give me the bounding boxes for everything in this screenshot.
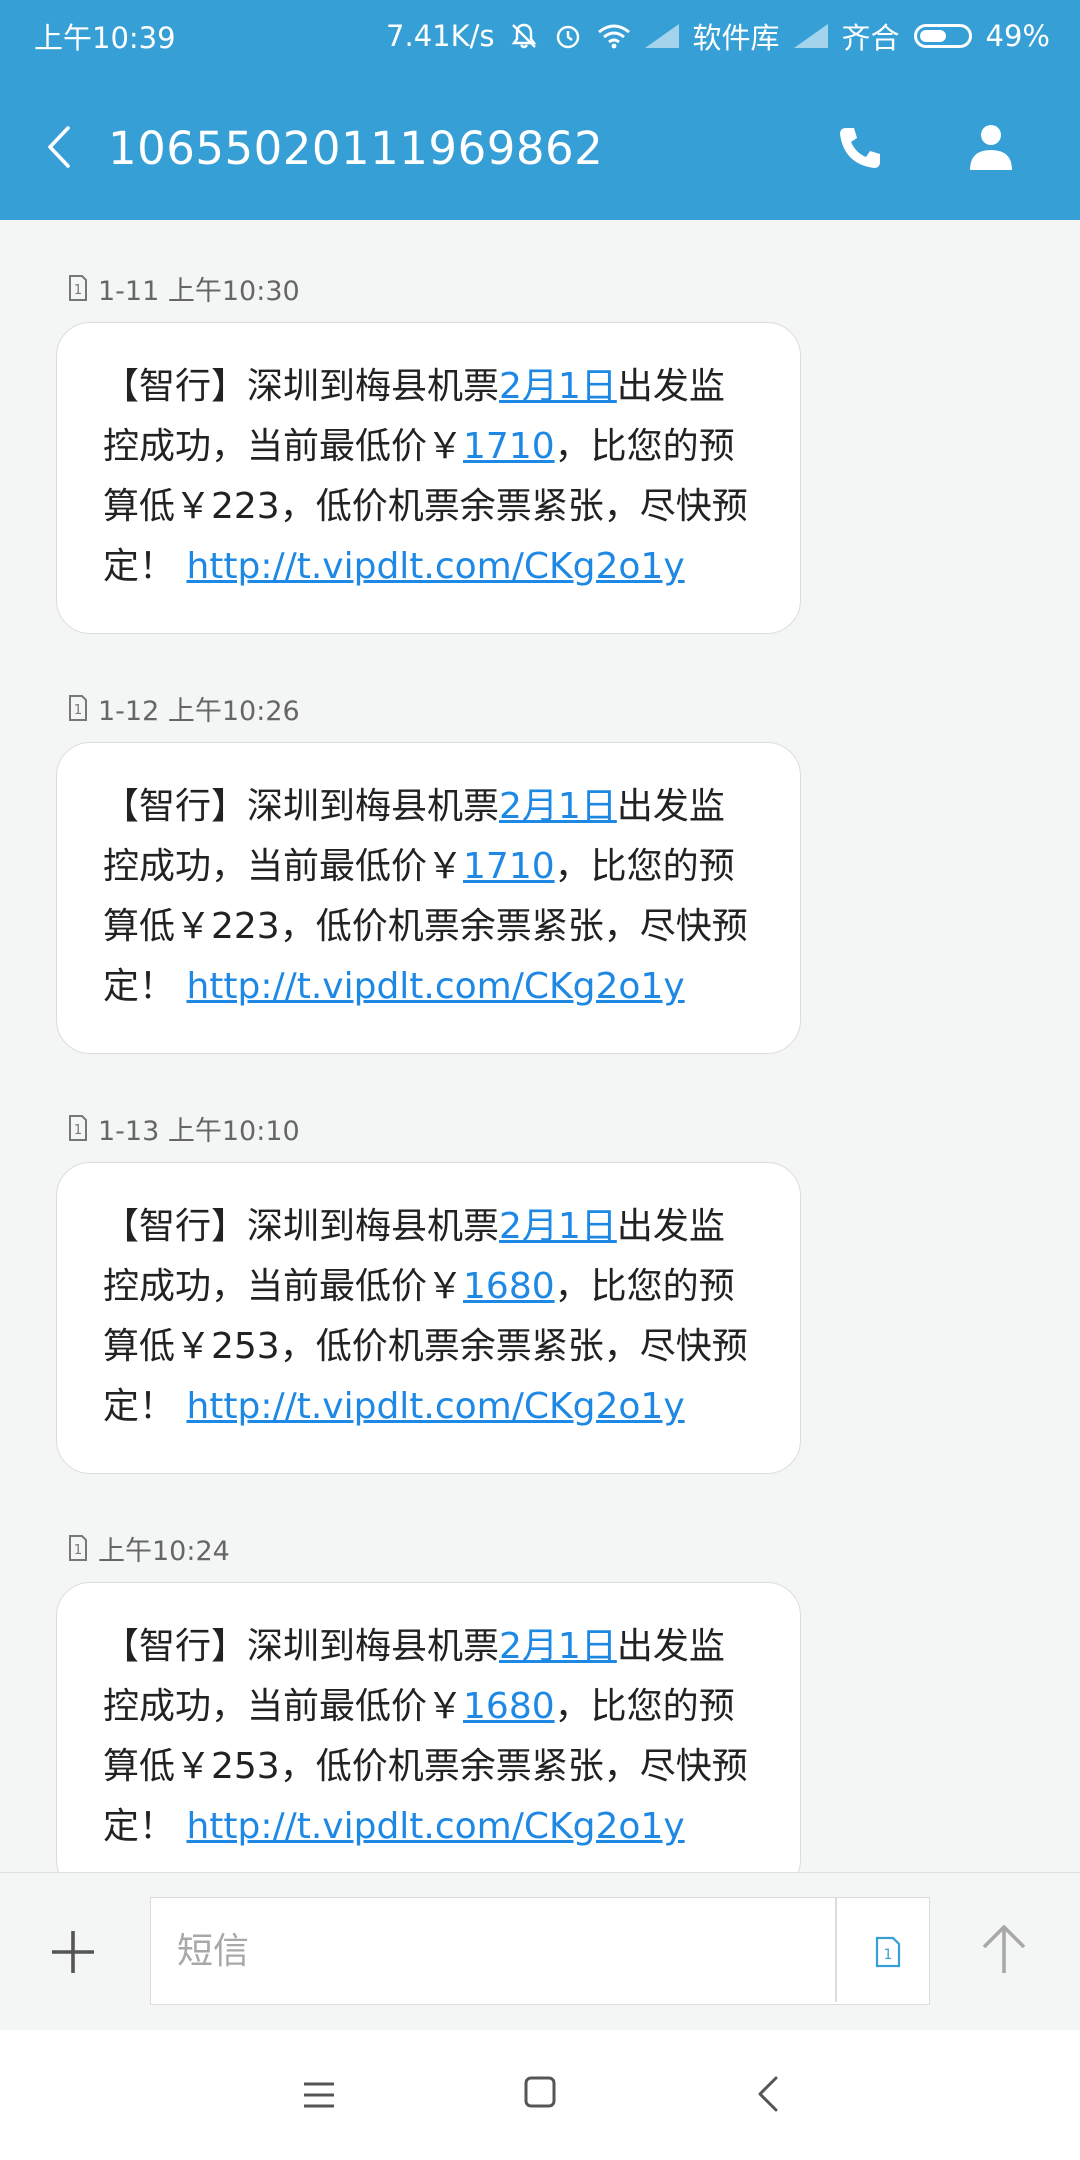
battery-icon: [913, 24, 972, 48]
price-link[interactable]: 1710: [463, 846, 555, 887]
message-time: 上午10:24: [98, 1535, 230, 1567]
sms-input[interactable]: [175, 1898, 739, 2004]
signal-icon: [793, 24, 828, 48]
message-meta: 1 1-13 上午10:10: [68, 1110, 300, 1147]
divider: [835, 1898, 837, 2002]
price-link[interactable]: 1680: [463, 1686, 555, 1727]
sim-card-icon: 1: [69, 1115, 87, 1141]
message-bubble[interactable]: 【智行】深圳到梅县机票2月1日出发监控成功，当前最低价￥1710，比您的预算低￥…: [56, 742, 801, 1054]
message-meta: 1 上午10:24: [68, 1530, 230, 1567]
carrier-2: 齐合: [841, 21, 900, 55]
message-meta: 1 1-11 上午10:30: [68, 270, 300, 307]
contact-number: 10655020111969862: [108, 122, 604, 175]
phone-icon[interactable]: [836, 124, 884, 172]
battery-percent: 49%: [985, 19, 1050, 53]
date-link[interactable]: 2月1日: [499, 366, 617, 407]
message-time: 1-11 上午10:30: [98, 275, 300, 307]
message-bubble[interactable]: 【智行】深圳到梅县机票2月1日出发监控成功，当前最低价￥1680，比您的预算低￥…: [56, 1162, 801, 1474]
message-meta: 1 1-12 上午10:26: [68, 690, 300, 727]
svg-text:1: 1: [74, 1543, 82, 1558]
status-right: 7.41K/s 软件库 齐合 49%: [372, 15, 1050, 57]
sim-card-icon: 1: [69, 1535, 87, 1561]
url-link[interactable]: http://t.vipdlt.com/CKg2o1y: [186, 546, 684, 587]
svg-text:1: 1: [74, 283, 82, 298]
svg-text:1: 1: [884, 1947, 893, 1963]
sim-card-icon: 1: [69, 695, 87, 721]
date-link[interactable]: 2月1日: [499, 1626, 617, 1667]
date-link[interactable]: 2月1日: [499, 1206, 617, 1247]
alarm-icon: [556, 25, 579, 49]
signal-icon: [644, 24, 679, 48]
sim-card-icon: 1: [69, 275, 87, 301]
url-link[interactable]: http://t.vipdlt.com/CKg2o1y: [186, 1806, 684, 1847]
menu-icon[interactable]: [302, 2080, 336, 2110]
url-link[interactable]: http://t.vipdlt.com/CKg2o1y: [186, 966, 684, 1007]
svg-text:1: 1: [74, 703, 82, 718]
message-bubble[interactable]: 【智行】深圳到梅县机票2月1日出发监控成功，当前最低价￥1710，比您的预算低￥…: [56, 322, 801, 634]
back-icon[interactable]: [756, 2076, 780, 2112]
net-speed: 7.41K/s: [386, 19, 495, 53]
wifi-icon: [597, 24, 630, 49]
message-bubble[interactable]: 【智行】深圳到梅县机票2月1日出发监控成功，当前最低价￥1680，比您的预算低￥…: [56, 1582, 801, 1872]
svg-text:1: 1: [74, 1123, 82, 1138]
back-arrow-icon[interactable]: [44, 124, 74, 170]
sim-select-icon[interactable]: 1: [871, 1932, 907, 1972]
top-bar: 上午10:39 7.41K/s 软件库 齐合 49% 1065502011196…: [0, 0, 1080, 220]
plus-icon[interactable]: [50, 1929, 96, 1975]
status-time: 上午10:39: [34, 21, 176, 55]
url-link[interactable]: http://t.vipdlt.com/CKg2o1y: [186, 1386, 684, 1427]
message-time: 1-12 上午10:26: [98, 695, 300, 727]
home-icon[interactable]: [524, 2076, 556, 2108]
carrier-1: 软件库: [692, 21, 780, 55]
message-list[interactable]: 1 1-11 上午10:30 【智行】深圳到梅县机票2月1日出发监控成功，当前最…: [0, 220, 1080, 1872]
message-time: 1-13 上午10:10: [98, 1115, 300, 1147]
status-bar: 上午10:39 7.41K/s 软件库 齐合 49%: [0, 0, 1080, 66]
conversation-header: 10655020111969862: [0, 86, 1080, 206]
price-link[interactable]: 1680: [463, 1266, 555, 1307]
mute-icon: [511, 23, 536, 49]
price-link[interactable]: 1710: [463, 426, 555, 467]
date-link[interactable]: 2月1日: [499, 786, 617, 827]
system-nav-bar: [0, 2030, 1080, 2160]
composer-bar: 1: [0, 1872, 1080, 2031]
person-icon[interactable]: [968, 122, 1014, 172]
send-arrow-icon[interactable]: [980, 1923, 1028, 1975]
sms-box: 1: [150, 1897, 930, 2005]
